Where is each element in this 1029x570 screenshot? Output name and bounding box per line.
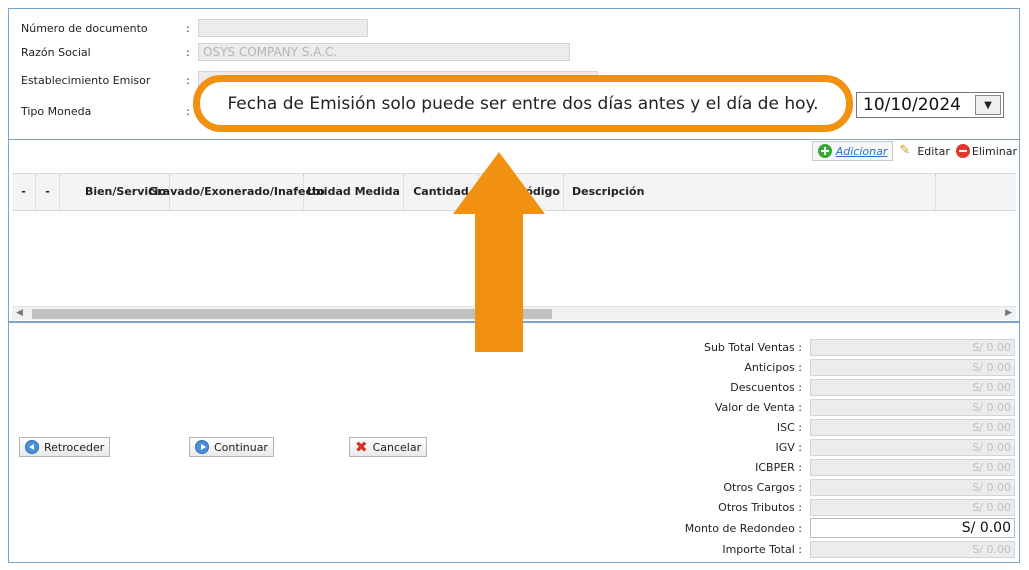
edit-item-button[interactable]: ✎ Editar [899,144,950,158]
isc-label: ISC : [776,420,802,434]
total-row-valor-venta: Valor de Venta : S/ 0.00 [609,397,1015,417]
total-row-descuentos: Descuentos : S/ 0.00 [609,377,1015,397]
establecimiento-label: Establecimiento Emisor [21,73,151,87]
igv-label: IGV : [775,440,803,454]
back-button[interactable]: Retroceder [19,437,111,457]
redondeo-input[interactable]: S/ 0.00 [810,518,1015,538]
doc-number-colon: : [186,21,190,35]
col-header-select-a[interactable]: - [12,174,36,210]
col-header-select-b[interactable]: - [36,174,60,210]
total-row-importe-total: Importe Total : S/ 0.00 [609,539,1015,559]
doc-number-row: Número de documento : [21,19,368,37]
total-row-igv: IGV : S/ 0.00 [609,437,1015,457]
annotation-arrow-shaft [475,212,523,352]
minus-circle-icon [955,144,970,158]
grid-toolbar: Adicionar ✎ Editar Eliminar [811,139,1017,163]
igv-value: S/ 0.00 [810,438,1015,456]
subtotal-value: S/ 0.00 [810,338,1015,356]
tipo-moneda-label: Tipo Moneda [21,104,92,118]
otros-cargos-label: Otros Cargos : [723,480,802,494]
descuentos-label: Descuentos : [730,380,802,394]
razon-social-label: Razón Social [21,45,91,59]
pencil-icon: ✎ [899,143,911,158]
doc-number-label: Número de documento [21,21,148,35]
total-row-isc: ISC : S/ 0.00 [609,417,1015,437]
col-header-gravado[interactable]: Gravado/Exonerado/Inafecto [148,174,325,210]
anticipos-value: S/ 0.00 [810,358,1015,376]
col-header-extra[interactable] [936,174,1016,210]
edit-item-label: Editar [917,144,950,158]
continue-button-label: Continuar [214,440,268,454]
valor-venta-label: Valor de Venta : [714,400,802,414]
descuentos-value: S/ 0.00 [810,378,1015,396]
delete-item-label: Eliminar [971,144,1017,158]
establecimiento-colon: : [186,73,190,87]
total-row-anticipos: Anticipos : S/ 0.00 [609,357,1015,377]
razon-social-colon: : [186,45,190,59]
cancel-button[interactable]: ✖ Cancelar [349,437,428,457]
otros-cargos-value: S/ 0.00 [810,478,1015,496]
scrollbar-thumb[interactable] [32,309,552,319]
fecha-emision-select[interactable]: 10/10/2024 ▼ [856,92,1004,118]
icbper-value: S/ 0.00 [810,458,1015,476]
col-header-descripcion[interactable]: Descripción [564,174,936,210]
redondeo-label: Monto de Redondeo : [684,521,802,535]
otros-tributos-value: S/ 0.00 [810,498,1015,516]
add-item-button[interactable]: Adicionar [811,141,894,161]
add-item-label: Adicionar [835,144,888,158]
callout-message: Fecha de Emisión solo puede ser entre do… [227,93,819,114]
totals-panel: Sub Total Ventas : S/ 0.00 Anticipos : S… [609,337,1015,559]
fecha-emision-value: 10/10/2024 [863,95,961,115]
delete-item-button[interactable]: Eliminar [955,144,1017,158]
annotation-arrow-head [453,152,545,214]
plus-circle-icon [817,144,832,158]
razon-social-field[interactable]: OSYS COMPANY S.A.C. [198,43,570,61]
total-row-subtotal: Sub Total Ventas : S/ 0.00 [609,337,1015,357]
otros-tributos-label: Otros Tributos : [718,500,802,514]
total-row-redondeo: Monto de Redondeo : S/ 0.00 [609,517,1015,539]
cancel-button-label: Cancelar [372,440,422,454]
icbper-label: ICBPER : [755,460,802,474]
scroll-left-icon[interactable]: ◀ [16,308,23,318]
validation-callout: Fecha de Emisión solo puede ser entre do… [193,75,853,132]
subtotal-label: Sub Total Ventas : [703,340,802,354]
total-row-otros-cargos: Otros Cargos : S/ 0.00 [609,477,1015,497]
back-button-label: Retroceder [44,440,105,454]
anticipos-label: Anticipos : [744,360,802,374]
total-row-otros-tributos: Otros Tributos : S/ 0.00 [609,497,1015,517]
chevron-down-icon[interactable]: ▼ [975,95,1001,115]
doc-number-field[interactable] [198,19,368,37]
col-header-unidad-medida[interactable]: Unidad Medida [304,174,404,210]
importe-total-label: Importe Total : [722,542,802,556]
isc-value: S/ 0.00 [810,418,1015,436]
importe-total-value: S/ 0.00 [810,540,1015,558]
continue-button[interactable]: Continuar [189,437,274,457]
valor-venta-value: S/ 0.00 [810,398,1015,416]
total-row-icbper: ICBPER : S/ 0.00 [609,457,1015,477]
arrow-right-circle-icon [195,440,209,454]
razon-social-row: Razón Social : OSYS COMPANY S.A.C. [21,43,570,61]
scroll-right-icon[interactable]: ▶ [1005,308,1012,318]
close-icon: ✖ [355,438,368,456]
arrow-left-circle-icon [25,440,39,454]
